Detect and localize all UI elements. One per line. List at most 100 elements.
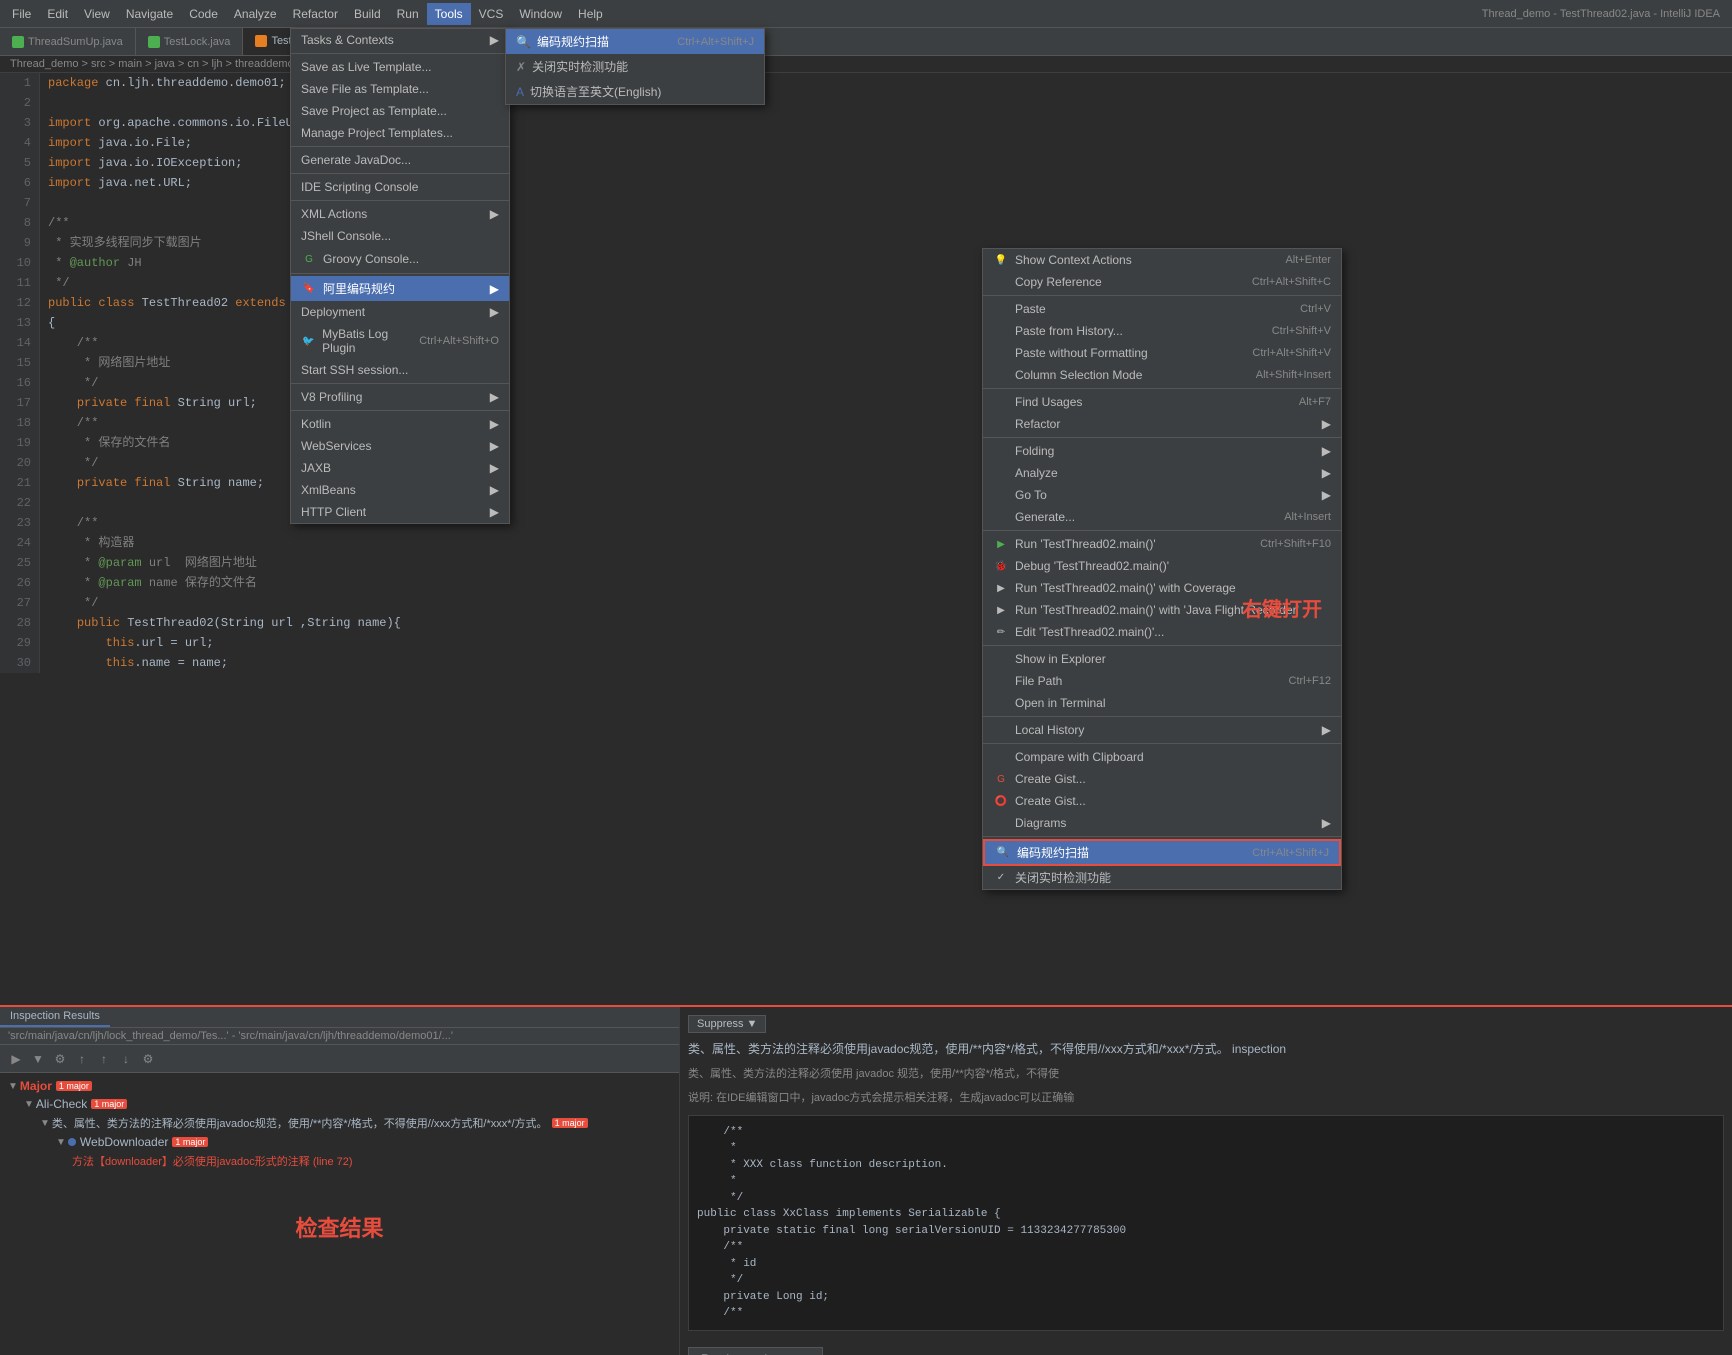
submenu-switch-language[interactable]: A 切换语言至英文(English) — [506, 79, 764, 104]
filter-btn[interactable]: ⚙ — [50, 1049, 70, 1069]
ctx-debug[interactable]: 🐞 Debug 'TestThread02.main()' — [983, 555, 1341, 577]
menu-item-tools[interactable]: Tools — [427, 3, 471, 25]
ali-coding-submenu: 🔍 编码规约扫描 Ctrl+Alt+Shift+J ✗ 关闭实时检测功能 A 切… — [505, 28, 765, 105]
menu-item-run[interactable]: Run — [389, 3, 427, 25]
ctx-paste-without-formatting[interactable]: Paste without Formatting Ctrl+Alt+Shift+… — [983, 342, 1341, 364]
submenu-scan[interactable]: 🔍 编码规约扫描 Ctrl+Alt+Shift+J — [506, 29, 764, 54]
ali-scan-icon: 🔍 — [995, 845, 1011, 861]
ctx-sep-5 — [983, 645, 1341, 646]
tools-save-file-as-template[interactable]: Save File as Template... — [291, 78, 509, 100]
tools-tasks-contexts[interactable]: Tasks & Contexts ▶ — [291, 29, 509, 51]
ctx-create-gist-1[interactable]: G Create Gist... — [983, 768, 1341, 790]
line-27: 27 */ — [0, 593, 1732, 613]
ctx-run[interactable]: ▶ Run 'TestThread02.main()' Ctrl+Shift+F… — [983, 533, 1341, 555]
ctx-edit-run[interactable]: ✏ Edit 'TestThread02.main()'... — [983, 621, 1341, 643]
tree-webdownloader[interactable]: ▼ WebDownloader 1 major — [4, 1133, 675, 1151]
ctx-open-terminal[interactable]: Open in Terminal — [983, 692, 1341, 714]
tree-ali-check[interactable]: ▼ Ali-Check 1 major — [4, 1095, 675, 1113]
ctx-folding[interactable]: Folding ▶ — [983, 440, 1341, 462]
tools-sep-1 — [291, 53, 509, 54]
ctx-goto[interactable]: Go To ▶ — [983, 484, 1341, 506]
ctx-generate[interactable]: Generate... Alt+Insert — [983, 506, 1341, 528]
ctx-paste-history[interactable]: Paste from History... Ctrl+Shift+V — [983, 320, 1341, 342]
tab-testlock[interactable]: TestLock.java — [136, 28, 244, 55]
up-btn[interactable]: ↑ — [94, 1049, 114, 1069]
ctx-compare-clipboard[interactable]: Compare with Clipboard — [983, 746, 1341, 768]
ali-icon: 🔖 — [301, 281, 317, 297]
suppress-button[interactable]: Suppress ▼ — [688, 1015, 766, 1033]
ctx-create-gist-2[interactable]: ⭕ Create Gist... — [983, 790, 1341, 812]
tree-rule[interactable]: ▼ 类、属性、类方法的注释必须使用javadoc规范，使用/**内容*/格式，不… — [4, 1113, 675, 1133]
rclick-open-label: 右键打开 — [1242, 593, 1322, 622]
ctx-close-realtime[interactable]: ✓ 关闭实时检测功能 — [983, 866, 1341, 889]
menu-item-file[interactable]: File — [4, 3, 39, 25]
menu-item-view[interactable]: View — [76, 3, 118, 25]
line-2: 2 — [0, 93, 1732, 113]
ctx-analyze[interactable]: Analyze ▶ — [983, 462, 1341, 484]
tools-webservices[interactable]: WebServices ▶ — [291, 435, 509, 457]
editor-content: 1package cn.ljh.threaddemo.demo01; 2 3im… — [0, 73, 1732, 673]
tools-xml-actions[interactable]: XML Actions ▶ — [291, 203, 509, 225]
close-realtime-icon: ✓ — [993, 870, 1009, 886]
menu-item-vcs[interactable]: VCS — [471, 3, 512, 25]
menu-item-refactor[interactable]: Refactor — [285, 3, 346, 25]
ctx-paste[interactable]: Paste Ctrl+V — [983, 298, 1341, 320]
tools-xmlbeans[interactable]: XmlBeans ▶ — [291, 479, 509, 501]
line-22: 22 — [0, 493, 1732, 513]
tools-groovy-console[interactable]: G Groovy Console... — [291, 247, 509, 271]
tab-threadsumup[interactable]: ThreadSumUp.java — [0, 28, 136, 55]
tools-deployment[interactable]: Deployment ▶ — [291, 301, 509, 323]
tools-ide-scripting-console[interactable]: IDE Scripting Console — [291, 176, 509, 198]
tools-ali-coding-rule[interactable]: 🔖 阿里编码规约 ▶ — [291, 276, 509, 301]
ctx-column-selection[interactable]: Column Selection Mode Alt+Shift+Insert — [983, 364, 1341, 386]
ctx-local-history[interactable]: Local History ▶ — [983, 719, 1341, 741]
tools-jaxb[interactable]: JAXB ▶ — [291, 457, 509, 479]
menu-item-analyze[interactable]: Analyze — [226, 3, 285, 25]
menu-item-code[interactable]: Code — [181, 3, 226, 25]
ctx-diagrams[interactable]: Diagrams ▶ — [983, 812, 1341, 834]
tools-save-project-as-template[interactable]: Save Project as Template... — [291, 100, 509, 122]
tools-mybatis-log-plugin[interactable]: 🐦 MyBatis Log Plugin Ctrl+Alt+Shift+O — [291, 323, 509, 359]
menu-item-navigate[interactable]: Navigate — [118, 3, 181, 25]
tools-http-client[interactable]: HTTP Client ▶ — [291, 501, 509, 523]
settings-btn[interactable]: ⚙ — [138, 1049, 158, 1069]
line-18: 18 /** — [0, 413, 1732, 433]
ctx-show-explorer[interactable]: Show in Explorer — [983, 648, 1341, 670]
menu-item-edit[interactable]: Edit — [39, 3, 76, 25]
tools-start-ssh[interactable]: Start SSH session... — [291, 359, 509, 381]
ctx-sep-8 — [983, 836, 1341, 837]
tools-manage-project-templates[interactable]: Manage Project Templates... — [291, 122, 509, 144]
tools-generate-javadoc[interactable]: Generate JavaDoc... — [291, 149, 509, 171]
ctx-sep-6 — [983, 716, 1341, 717]
tools-kotlin[interactable]: Kotlin ▶ — [291, 413, 509, 435]
menu-item-help[interactable]: Help — [570, 3, 611, 25]
tools-sep-3 — [291, 173, 509, 174]
line-17: 17 private final String url; — [0, 393, 1732, 413]
tree-method-error[interactable]: 方法【downloader】必须使用javadoc形式的注释 (line 72) — [4, 1151, 675, 1171]
submenu-close-realtime[interactable]: ✗ 关闭实时检测功能 — [506, 54, 764, 79]
collapse-btn[interactable]: ▼ — [28, 1049, 48, 1069]
expand-btn[interactable]: ▶ — [6, 1049, 26, 1069]
ctx-find-usages[interactable]: Find Usages Alt+F7 — [983, 391, 1341, 413]
tab-icon-testlock — [148, 36, 160, 48]
inspection-tab-results[interactable]: Inspection Results — [0, 1007, 110, 1027]
ctx-show-context-actions[interactable]: 💡 Show Context Actions Alt+Enter — [983, 249, 1341, 271]
menu-item-window[interactable]: Window — [511, 3, 570, 25]
editor-area[interactable]: 1package cn.ljh.threaddemo.demo01; 2 3im… — [0, 73, 1732, 713]
tools-v8-profiling[interactable]: V8 Profiling ▶ — [291, 386, 509, 408]
ctx-copy-reference[interactable]: Copy Reference Ctrl+Alt+Shift+C — [983, 271, 1341, 293]
tree-major[interactable]: ▼ Major 1 major — [4, 1077, 675, 1095]
breadcrumb: Thread_demo > src > main > java > cn > l… — [0, 56, 1732, 73]
export-btn[interactable]: ↑ — [72, 1049, 92, 1069]
run-inspection-button[interactable]: Run inspection on ... — [688, 1347, 823, 1355]
menu-item-build[interactable]: Build — [346, 3, 389, 25]
inspection-left-panel: Inspection Results 'src/main/java/cn/ljh… — [0, 1007, 680, 1355]
tools-save-as-live-template[interactable]: Save as Live Template... — [291, 56, 509, 78]
down-btn[interactable]: ↓ — [116, 1049, 136, 1069]
tools-jshell-console[interactable]: JShell Console... — [291, 225, 509, 247]
inspection-panel: Inspection Results 'src/main/java/cn/ljh… — [0, 1005, 1732, 1355]
line-19: 19 * 保存的文件名 — [0, 433, 1732, 453]
ctx-ali-scan[interactable]: 🔍 编码规约扫描 Ctrl+Alt+Shift+J — [983, 839, 1341, 866]
ctx-file-path[interactable]: File Path Ctrl+F12 — [983, 670, 1341, 692]
ctx-refactor[interactable]: Refactor ▶ — [983, 413, 1341, 435]
